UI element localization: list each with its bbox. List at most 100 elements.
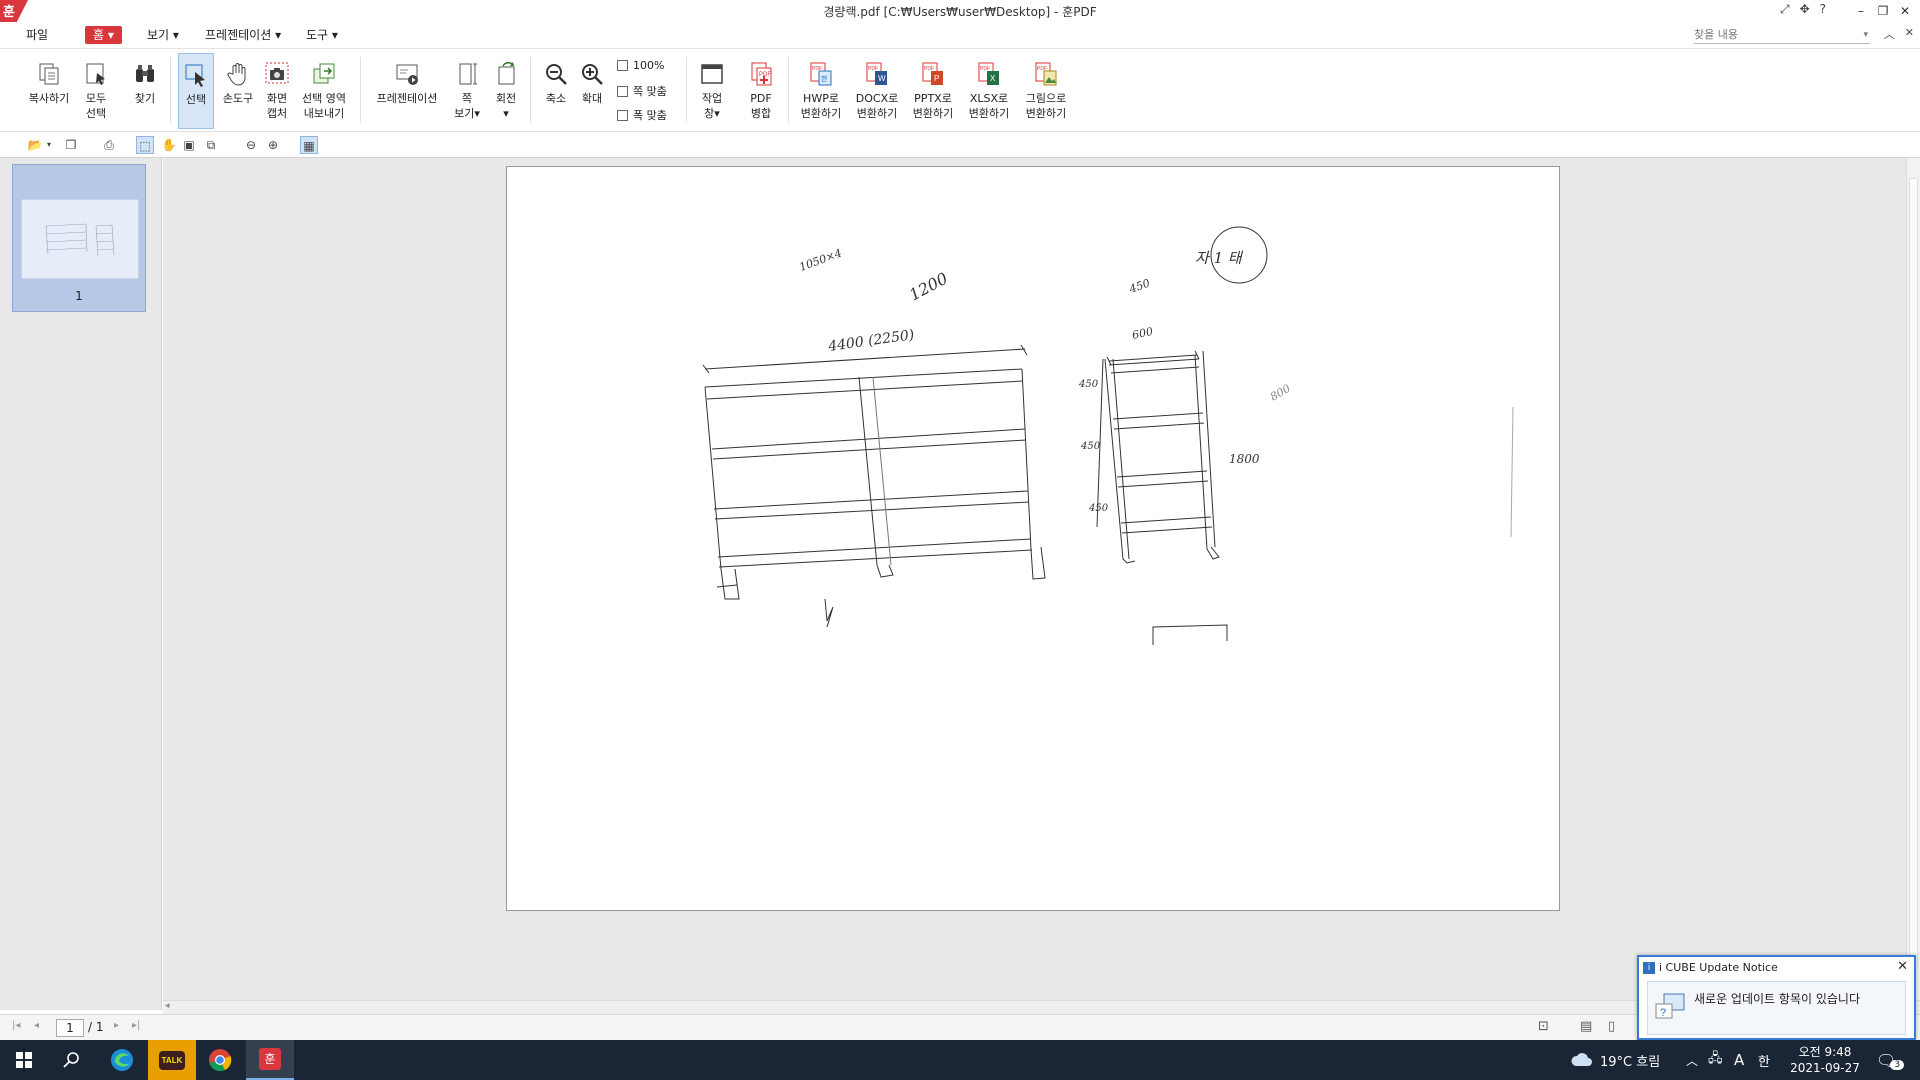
to-hwp-label: HWP로 — [803, 92, 839, 105]
close-button[interactable]: ✕ — [1894, 0, 1916, 22]
page-thumbnail[interactable]: 1 — [12, 164, 146, 312]
label-shelf-c: 450 — [1088, 503, 1109, 514]
zoom-in-icon — [582, 64, 603, 85]
select-tool-button[interactable]: 선택 — [178, 53, 214, 129]
ime-indicator[interactable]: A — [1734, 1040, 1744, 1080]
help-icon[interactable]: ? — [1820, 2, 1826, 17]
sidebar-toggle-icon[interactable]: ▦ — [300, 136, 318, 154]
print-icon[interactable]: ⎙ — [100, 136, 118, 154]
single-page-icon[interactable]: ▤ — [1580, 1019, 1592, 1034]
menu-tools[interactable]: 도구 ▾ — [306, 26, 338, 44]
hand-mode-icon[interactable]: ✋ — [160, 136, 178, 154]
page-view-button[interactable]: 쪽 보기▾ — [452, 53, 482, 129]
select-all-label-1: 모두 — [85, 92, 107, 105]
notice-body[interactable]: ? 새로운 업데이트 항목이 있습니다 — [1647, 981, 1906, 1035]
first-page-icon[interactable]: |◂ — [12, 1020, 20, 1031]
menu-view-label: 보기 — [147, 28, 170, 42]
fit-page-button[interactable]: 쪽 맞춤 — [617, 83, 667, 99]
export-selection-button[interactable]: 선택 영역 내보내기 — [298, 53, 350, 129]
menu-tools-label: 도구 — [306, 28, 329, 42]
collapse-ribbon-icon[interactable]: ︿ — [1884, 26, 1895, 42]
menu-view[interactable]: 보기 ▾ — [147, 26, 179, 44]
minimize-button[interactable]: – — [1850, 0, 1872, 22]
find-button[interactable]: 찾기 — [128, 53, 162, 129]
window-title: 경량랙.pdf [C:₩Users₩user₩Desktop] - 훈PDF — [823, 5, 1097, 19]
fit-width-button[interactable]: 폭 맞춤 — [617, 107, 667, 123]
update-icon: ? — [1655, 993, 1685, 1019]
prev-page-icon[interactable]: ◂ — [34, 1020, 39, 1031]
zoom-100-button[interactable]: 100% — [617, 59, 664, 72]
zoom-out-small-icon[interactable]: ⊖ — [242, 136, 260, 154]
screen-capture-button[interactable]: 화면 캡처 — [262, 53, 292, 129]
fullscreen-icon[interactable]: ⤢ — [1780, 2, 1790, 17]
window-button[interactable]: 작업 창▾ — [696, 53, 728, 129]
close-doc-icon[interactable]: ✕ — [1905, 26, 1914, 42]
presentation-mode-icon[interactable]: ⊡ — [1538, 1019, 1549, 1034]
presentation-icon — [396, 64, 418, 85]
tray-expand-icon[interactable]: ︿ — [1686, 1040, 1698, 1080]
search-dropdown-icon[interactable]: ▾ — [1863, 26, 1868, 44]
ime-korean-icon[interactable]: 한 — [1758, 1040, 1770, 1080]
presentation-button[interactable]: 프레젠테이션 — [370, 53, 444, 129]
hunpdf-taskbar-button[interactable]: 훈 — [246, 1040, 294, 1080]
clock[interactable]: 오전 9:48 2021-09-27 — [1790, 1040, 1860, 1080]
ribbon: 복사하기 모두 선택 찾기 선택 손도구 화면 캡처 선택 영역 내보내기 프레젠테이… — [0, 48, 1920, 132]
zoom-out-button[interactable]: 축소 — [540, 53, 572, 129]
notice-close-button[interactable]: ✕ — [1897, 959, 1908, 974]
menu-bar: 파일 홈 ▾ 보기 ▾ 프레젠테이션 ▾ 도구 ▾ ▾ ︿ ✕ — [0, 22, 1920, 48]
export-mode-icon[interactable]: ⧉ — [202, 136, 220, 154]
capture-mode-icon[interactable]: ▣ — [180, 136, 198, 154]
edge-button[interactable] — [98, 1040, 146, 1080]
to-docx-convert-label: 변환하기 — [856, 107, 898, 120]
next-page-icon[interactable]: ▸ — [114, 1020, 119, 1031]
last-page-icon[interactable]: ▸| — [132, 1020, 140, 1031]
copy-icon — [39, 63, 59, 85]
thumbnail-sketch — [45, 223, 115, 257]
save-copy-icon[interactable]: ❐ — [62, 136, 80, 154]
export-icon — [313, 63, 335, 84]
search-input[interactable] — [1694, 28, 1844, 41]
kakaotalk-button[interactable]: TALK — [148, 1040, 196, 1080]
window-icon — [701, 64, 723, 84]
vertical-scroll-thumb[interactable] — [1909, 178, 1918, 968]
to-image-button[interactable]: PDF 그림으로 변환하기 — [1020, 53, 1072, 129]
taskbar: TALK 훈 19°C 흐림 ︿ 🖧 A 한 오전 9:48 2021-09-2… — [0, 1040, 1920, 1080]
chrome-button[interactable] — [196, 1040, 244, 1080]
select-all-button[interactable]: 모두 선택 — [78, 53, 114, 129]
info-icon: i — [1643, 961, 1655, 974]
restore-button[interactable]: ❐ — [1872, 0, 1894, 22]
vertical-scrollbar[interactable] — [1906, 158, 1920, 1000]
notification-count: 3 — [1890, 1060, 1905, 1070]
continuous-page-icon[interactable]: ▯ — [1608, 1019, 1615, 1034]
pdf-page[interactable]: 1050×4 1200 4400 (2250) 자 1 태 450 600 18… — [506, 166, 1560, 911]
capture-label-2: 캡처 — [266, 107, 288, 120]
menu-home[interactable]: 홈 ▾ — [85, 26, 122, 44]
open-dropdown-icon[interactable]: ▾ — [44, 136, 54, 154]
menu-file[interactable]: 파일 — [26, 26, 48, 44]
weather-widget[interactable]: 19°C 흐림 — [1570, 1040, 1660, 1080]
to-docx-button[interactable]: PDF W DOCX로 변환하기 — [852, 53, 902, 129]
copy-button[interactable]: 복사하기 — [26, 53, 72, 129]
search-taskbar-button[interactable] — [48, 1040, 96, 1080]
hand-tool-button[interactable]: 손도구 — [218, 53, 258, 129]
pdf-merge-button[interactable]: PDF PDF 병합 — [745, 53, 777, 129]
to-pptx-button[interactable]: PDF P PPTX로 변환하기 — [908, 53, 958, 129]
page-number-input[interactable]: 1 — [56, 1019, 84, 1037]
open-file-icon[interactable]: 📂 — [26, 136, 44, 154]
rotate-button[interactable]: 회전 ▾ — [490, 53, 522, 129]
to-hwp-button[interactable]: PDF 한 HWP로 변환하기 — [798, 53, 844, 129]
page-view-label-2-text: 보기 — [454, 107, 475, 120]
zoom-in-button[interactable]: 확대 — [576, 53, 608, 129]
to-xlsx-button[interactable]: PDF X XLSX로 변환하기 — [964, 53, 1014, 129]
network-icon[interactable]: 🖧 — [1708, 1040, 1723, 1080]
menu-presentation[interactable]: 프레젠테이션 ▾ — [205, 26, 281, 44]
pdf-merge-icon: PDF — [751, 62, 772, 86]
start-button[interactable] — [0, 1040, 48, 1080]
scroll-left-icon[interactable]: ◂ — [165, 1001, 170, 1011]
move-icon[interactable]: ✥ — [1800, 2, 1810, 17]
select-mode-icon[interactable]: ⬚ — [136, 136, 154, 154]
hunpdf-icon: 훈 — [259, 1048, 281, 1070]
zoom-in-small-icon[interactable]: ⊕ — [264, 136, 282, 154]
hwp-file-icon: PDF한 — [810, 62, 832, 86]
notification-center-button[interactable]: 🗨 3 — [1876, 1040, 1905, 1080]
